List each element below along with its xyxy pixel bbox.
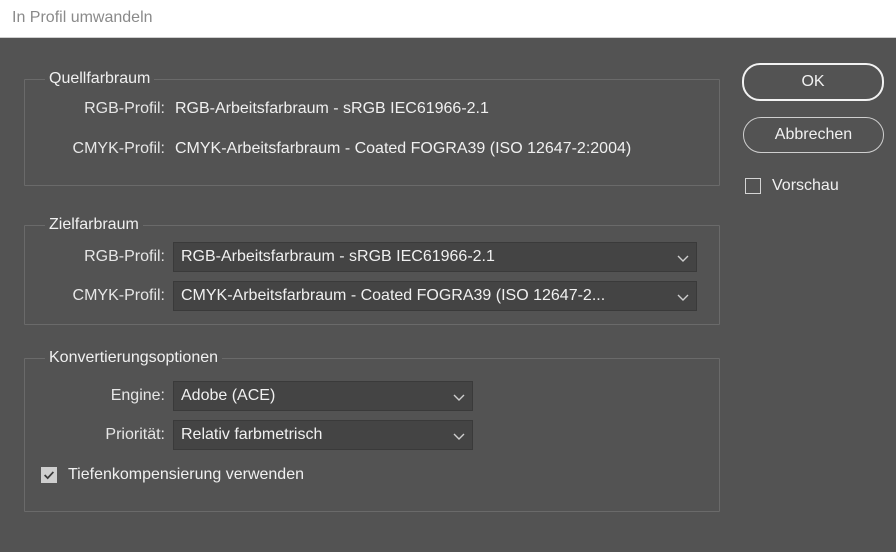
engine-selected: Adobe (ACE) — [181, 387, 276, 404]
target-rgb-selected: RGB-Arbeitsfarbraum - sRGB IEC61966-2.1 — [181, 248, 495, 265]
black-point-label: Tiefenkompensierung verwenden — [68, 466, 304, 483]
target-rgb-row: RGB-Profil: — [24, 242, 165, 272]
target-rgb-label: RGB-Profil: — [84, 248, 165, 265]
priority-select[interactable]: Relativ farbmetrisch — [173, 420, 473, 450]
chevron-down-icon — [453, 433, 465, 440]
window-title: In Profil umwandeln — [12, 9, 153, 26]
target-space-legend: Zielfarbraum — [49, 216, 139, 233]
source-cmyk-value: CMYK-Arbeitsfarbraum - Coated FOGRA39 (I… — [175, 140, 632, 157]
source-rgb-row: RGB-Profil: RGB-Arbeitsfarbraum - sRGB I… — [24, 94, 489, 124]
engine-select[interactable]: Adobe (ACE) — [173, 381, 473, 411]
preview-label: Vorschau — [772, 177, 839, 194]
black-point-checkbox[interactable]: Tiefenkompensierung verwenden — [41, 466, 304, 484]
target-cmyk-label: CMYK-Profil: — [72, 287, 165, 304]
preview-checkbox[interactable]: Vorschau — [745, 177, 839, 195]
source-cmyk-row: CMYK-Profil: CMYK-Arbeitsfarbraum - Coat… — [24, 134, 632, 164]
ok-button[interactable]: OK — [742, 63, 884, 101]
target-cmyk-row: CMYK-Profil: — [24, 281, 165, 311]
title-bar: In Profil umwandeln — [0, 0, 896, 38]
conversion-options-legend: Konvertierungsoptionen — [49, 349, 219, 366]
preview-check-box[interactable] — [745, 178, 761, 194]
target-cmyk-selected: CMYK-Arbeitsfarbraum - Coated FOGRA39 (I… — [181, 287, 606, 304]
source-space-legend: Quellfarbraum — [49, 70, 151, 87]
source-space-group: Quellfarbraum — [24, 70, 720, 186]
source-rgb-value: RGB-Arbeitsfarbraum - sRGB IEC61966-2.1 — [175, 100, 489, 117]
engine-row: Engine: — [24, 381, 165, 411]
chevron-down-icon — [453, 394, 465, 401]
source-rgb-label: RGB-Profil: — [84, 100, 165, 117]
checkmark-icon — [44, 471, 55, 480]
priority-selected: Relativ farbmetrisch — [181, 426, 323, 443]
target-rgb-select[interactable]: RGB-Arbeitsfarbraum - sRGB IEC61966-2.1 — [173, 242, 697, 272]
priority-label: Priorität: — [105, 426, 165, 443]
black-point-check-box[interactable] — [41, 467, 57, 483]
target-cmyk-select[interactable]: CMYK-Arbeitsfarbraum - Coated FOGRA39 (I… — [173, 281, 697, 311]
source-cmyk-label: CMYK-Profil: — [72, 140, 165, 157]
cancel-button[interactable]: Abbrechen — [743, 117, 884, 153]
priority-row: Priorität: — [24, 420, 165, 450]
chevron-down-icon — [677, 255, 689, 262]
engine-label: Engine: — [110, 387, 165, 404]
chevron-down-icon — [677, 294, 689, 301]
convert-profile-dialog: Quellfarbraum RGB-Profil: RGB-Arbeitsfar… — [0, 38, 896, 552]
